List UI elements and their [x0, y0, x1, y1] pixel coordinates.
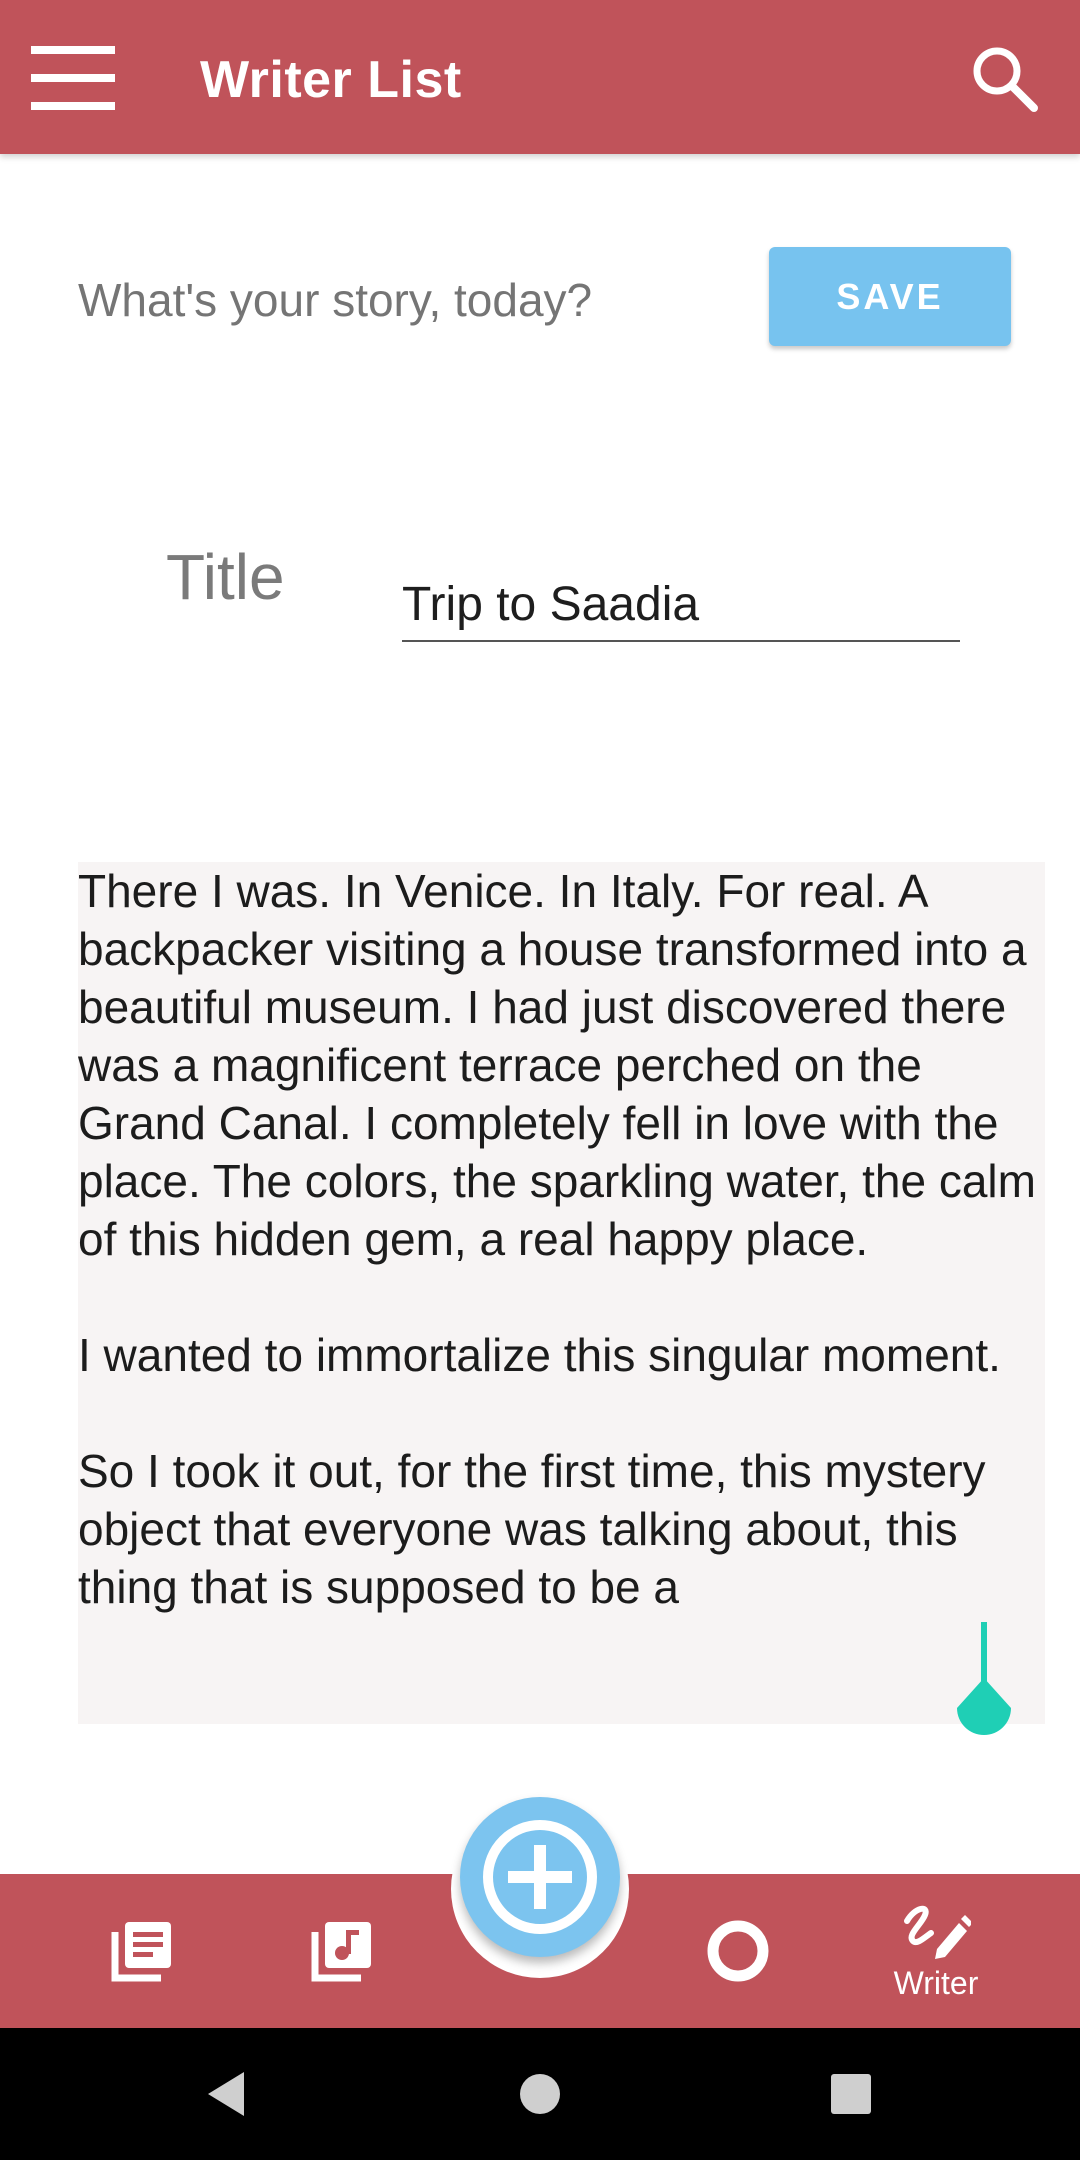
nav-writer[interactable]: Writer [856, 1874, 1016, 2028]
circle-icon [707, 1920, 769, 1982]
app-title: Writer List [200, 51, 462, 109]
save-button[interactable]: SAVE [769, 247, 1011, 346]
recents-square-icon [831, 2074, 871, 2114]
story-prompt: What's your story, today? [78, 274, 593, 326]
nav-circle[interactable] [658, 1874, 818, 2028]
screen: Writer List What's your story, today? SA… [0, 0, 1080, 2160]
back-triangle-icon [208, 2072, 244, 2116]
text-cursor-handle[interactable] [955, 1622, 1015, 1747]
title-input[interactable] [402, 568, 960, 642]
app-bar: Writer List [0, 0, 1080, 154]
search-button[interactable] [960, 34, 1050, 124]
menu-button[interactable] [28, 36, 118, 120]
nav-writer-label: Writer [893, 1965, 979, 2001]
system-back-button[interactable] [166, 2028, 286, 2160]
story-text: There I was. In Venice. In Italy. For re… [78, 865, 1036, 1613]
search-icon [973, 47, 1038, 112]
system-home-button[interactable] [480, 2028, 600, 2160]
hamburger-menu-icon [31, 46, 115, 110]
add-circle-icon [483, 1820, 597, 1934]
add-story-button[interactable] [460, 1797, 620, 1957]
title-label: Title [166, 541, 285, 613]
library-books-icon [111, 1922, 171, 1982]
draw-pen-icon [904, 1905, 971, 1959]
home-circle-icon [520, 2074, 560, 2114]
system-recents-button[interactable] [791, 2028, 911, 2160]
music-library-icon [311, 1922, 371, 1982]
nav-music[interactable] [262, 1874, 422, 2028]
story-text-area[interactable]: There I was. In Venice. In Italy. For re… [78, 862, 1045, 1724]
nav-library[interactable] [62, 1874, 222, 2028]
